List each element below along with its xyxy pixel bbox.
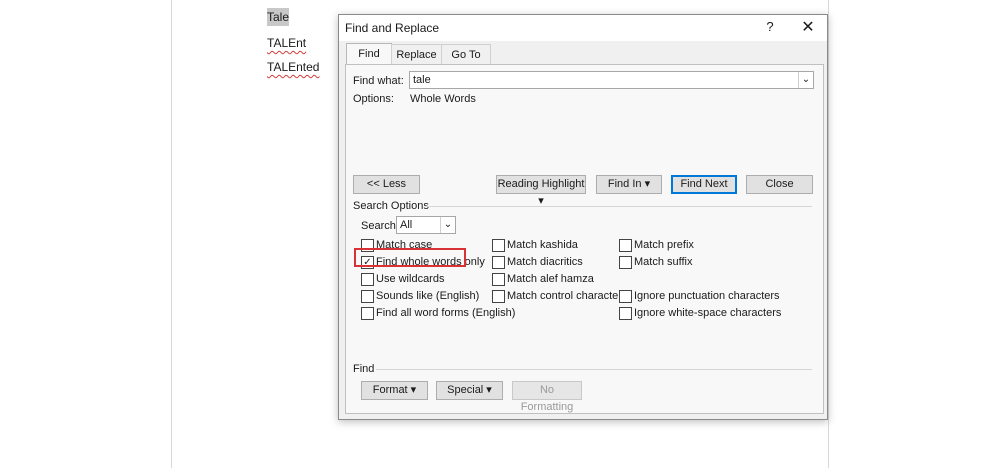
special-button[interactable]: Special ▾ bbox=[436, 381, 503, 400]
search-options-label: Search Options bbox=[353, 200, 429, 212]
checkbox-box[interactable] bbox=[361, 273, 374, 286]
checkbox-box[interactable] bbox=[361, 290, 374, 303]
dialog-title: Find and Replace bbox=[345, 21, 440, 35]
help-button[interactable]: ? bbox=[763, 19, 777, 34]
checkbox-box[interactable] bbox=[492, 290, 505, 303]
close-button[interactable]: Close bbox=[746, 175, 813, 194]
doc-word-talent[interactable]: TALEnt bbox=[267, 36, 306, 50]
tab-replace[interactable]: Replace bbox=[391, 44, 442, 65]
checkbox-box[interactable] bbox=[492, 273, 505, 286]
checkbox-box[interactable] bbox=[492, 239, 505, 252]
find-what-label: Find what: bbox=[353, 75, 404, 87]
checkbox-label: Match control characters bbox=[507, 290, 628, 302]
checkbox-label: Sounds like (English) bbox=[376, 290, 480, 302]
find-next-button[interactable]: Find Next bbox=[671, 175, 737, 194]
checkbox-box[interactable] bbox=[492, 256, 505, 269]
checkbox-box[interactable] bbox=[619, 290, 632, 303]
find-section-divider bbox=[376, 369, 812, 370]
dialog-titlebar[interactable]: Find and Replace ? ✕ bbox=[339, 15, 827, 41]
find-in-button[interactable]: Find In ▾ bbox=[596, 175, 662, 194]
checkbox-label: Use wildcards bbox=[376, 273, 445, 285]
less-button[interactable]: << Less bbox=[353, 175, 420, 194]
search-direction-value: All bbox=[400, 219, 413, 231]
find-what-input[interactable]: tale ⌄ bbox=[409, 71, 814, 89]
options-label: Options: bbox=[353, 93, 394, 105]
search-options-divider bbox=[426, 206, 812, 207]
find-what-value: tale bbox=[413, 74, 431, 86]
find-replace-dialog: Find and Replace ? ✕ Find Replace Go To … bbox=[338, 14, 828, 420]
doc-word-tale[interactable]: Tale bbox=[267, 8, 290, 26]
chevron-down-icon[interactable]: ⌄ bbox=[798, 72, 813, 88]
options-value: Whole Words bbox=[410, 93, 476, 105]
close-icon[interactable]: ✕ bbox=[799, 17, 817, 37]
chevron-down-icon[interactable]: ⌄ bbox=[440, 217, 455, 233]
checkbox-label: Find all word forms (English) bbox=[376, 307, 516, 319]
find-tab-panel: Find what: tale ⌄ Options: Whole Words <… bbox=[345, 64, 824, 414]
search-direction-select[interactable]: All ⌄ bbox=[396, 216, 456, 234]
doc-word-talented[interactable]: TALEnted bbox=[267, 60, 319, 74]
find-section-label: Find bbox=[353, 363, 375, 375]
checkbox-box[interactable] bbox=[361, 307, 374, 320]
checkbox-label: Match alef hamza bbox=[507, 273, 594, 285]
checkbox-label: Match kashida bbox=[507, 239, 578, 251]
checkbox-label: Match prefix bbox=[634, 239, 694, 251]
checkbox-label: Match suffix bbox=[634, 256, 693, 268]
format-button[interactable]: Format ▾ bbox=[361, 381, 428, 400]
annotation-highlight-box bbox=[354, 248, 466, 267]
no-formatting-button: No Formatting bbox=[512, 381, 582, 413]
checkbox-box[interactable] bbox=[619, 239, 632, 252]
reading-highlight-button[interactable]: Reading Highlight ▾ bbox=[496, 175, 586, 207]
search-direction-label: Search; bbox=[361, 220, 399, 232]
checkbox-label: Ignore white-space characters bbox=[634, 307, 782, 319]
checkbox-box[interactable] bbox=[619, 256, 632, 269]
tab-goto[interactable]: Go To bbox=[441, 44, 491, 65]
checkbox-label: Ignore punctuation characters bbox=[634, 290, 780, 302]
checkbox-label: Match diacritics bbox=[507, 256, 583, 268]
tab-find[interactable]: Find bbox=[346, 43, 392, 66]
checkbox-box[interactable] bbox=[619, 307, 632, 320]
